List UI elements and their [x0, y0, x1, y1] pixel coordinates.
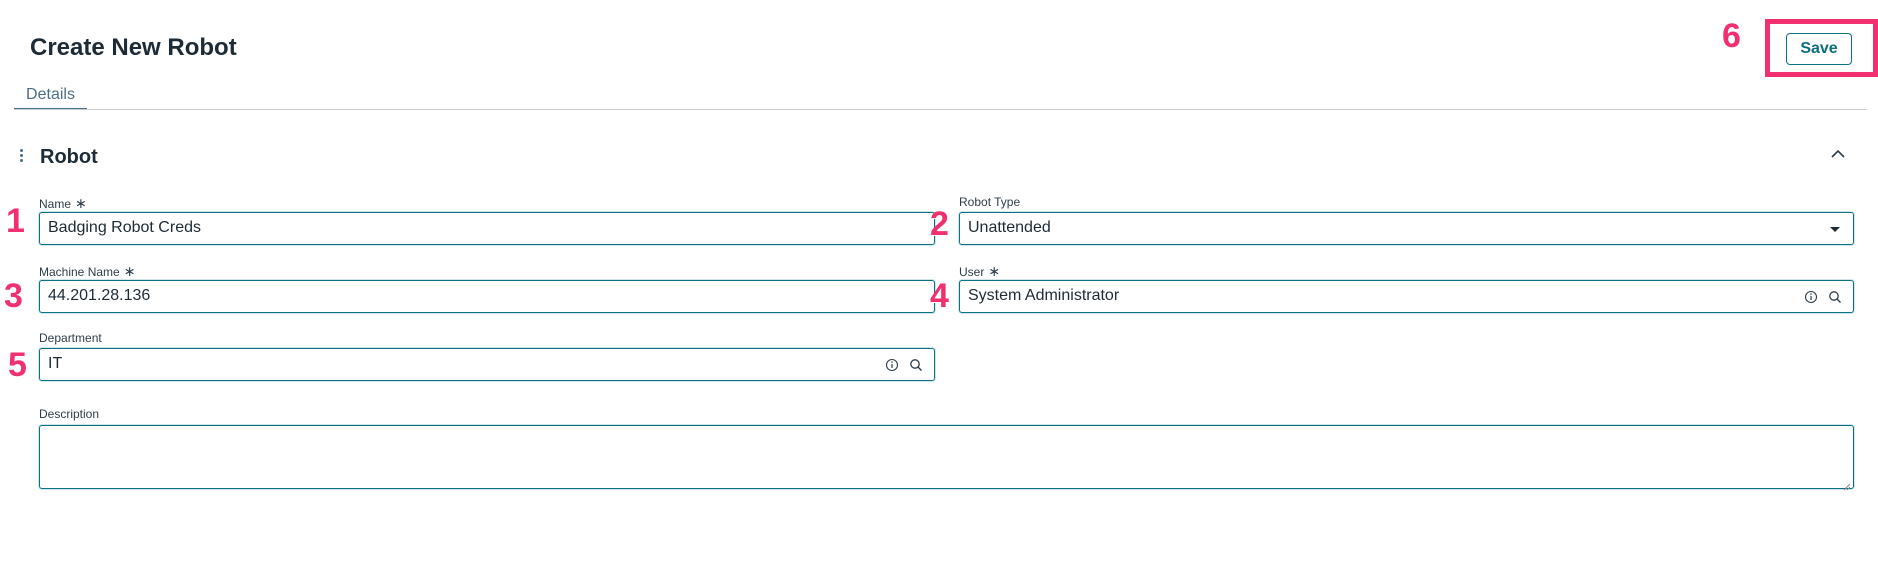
drag-handle-icon[interactable]	[17, 149, 25, 165]
machine-name-label: Machine Name ∗	[39, 263, 136, 279]
save-button-highlight	[1765, 19, 1878, 77]
annotation-badge: 3	[4, 277, 23, 315]
annotation-badge: 1	[6, 202, 25, 240]
machine-name-field[interactable]: 44.201.28.136	[39, 280, 935, 313]
section-title: Robot	[40, 146, 98, 168]
department-value: IT	[48, 355, 63, 372]
annotation-badge: 6	[1722, 17, 1741, 55]
page-title: Create New Robot	[30, 34, 237, 61]
name-field[interactable]: Badging Robot Creds	[39, 212, 935, 245]
machine-name-value: 44.201.28.136	[48, 287, 151, 304]
user-value: System Administrator	[968, 287, 1120, 304]
robot-type-select[interactable]: Unattended	[959, 212, 1854, 245]
description-label: Description	[39, 407, 100, 421]
search-icon[interactable]	[908, 357, 924, 373]
resize-handle-icon[interactable]	[1843, 478, 1851, 491]
user-field[interactable]: System Administrator	[959, 280, 1854, 313]
tab-divider	[14, 109, 1867, 110]
department-label: Department	[39, 331, 102, 345]
info-icon[interactable]	[1803, 289, 1819, 305]
annotation-badge: 5	[8, 346, 27, 384]
tab-details[interactable]: Details	[14, 85, 87, 110]
search-icon[interactable]	[1827, 289, 1843, 305]
info-icon[interactable]	[884, 357, 900, 373]
name-value: Badging Robot Creds	[48, 219, 201, 236]
annotation-badge: 2	[930, 205, 949, 243]
caret-down-icon[interactable]	[1827, 221, 1843, 237]
chevron-up-icon[interactable]	[1828, 144, 1848, 164]
annotation-badge: 4	[930, 277, 949, 315]
user-label: User ∗	[959, 263, 1001, 279]
name-label: Name ∗	[39, 195, 87, 211]
description-textarea[interactable]	[39, 425, 1854, 491]
robot-type-label: Robot Type	[959, 195, 1021, 209]
department-field[interactable]: IT	[39, 348, 935, 381]
robot-type-value: Unattended	[968, 219, 1051, 236]
